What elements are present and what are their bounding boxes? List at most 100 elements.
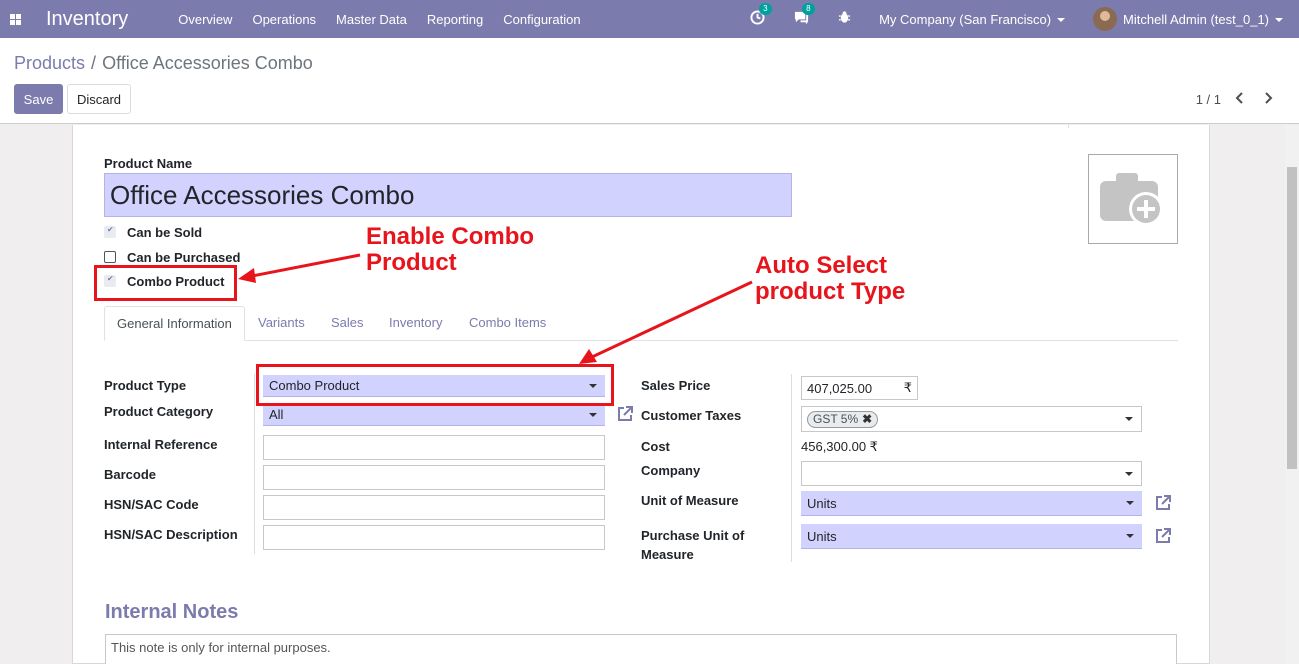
- scrollbar[interactable]: [1285, 125, 1299, 664]
- product-image-upload[interactable]: [1088, 154, 1178, 244]
- barcode-label: Barcode: [104, 467, 157, 482]
- sales-price-label: Sales Price: [641, 378, 711, 393]
- messages-badge: 8: [802, 2, 815, 15]
- menu-overview[interactable]: Overview: [178, 12, 232, 27]
- internal-notes-textarea[interactable]: This note is only for internal purposes.: [105, 634, 1177, 664]
- top-navbar: Inventory Overview Operations Master Dat…: [0, 0, 1299, 38]
- company-select[interactable]: [801, 461, 1142, 486]
- tab-general-information[interactable]: General Information: [104, 306, 245, 341]
- tab-combo-items[interactable]: Combo Items: [457, 306, 558, 341]
- camera-plus-icon: [1100, 173, 1163, 226]
- app-name[interactable]: Inventory: [46, 8, 128, 31]
- tab-variants[interactable]: Variants: [246, 306, 317, 341]
- cost-label: Cost: [641, 439, 670, 454]
- company-label: Company: [641, 463, 701, 478]
- purchase-uom-label-line2: Measure: [641, 547, 694, 562]
- annotation-auto-select-line1: Auto Select: [755, 252, 888, 279]
- scrollbar-thumb[interactable]: [1287, 167, 1297, 469]
- hsn-code-label: HSN/SAC Code: [104, 497, 199, 512]
- messages-icon[interactable]: 8: [793, 2, 815, 29]
- menu-configuration[interactable]: Configuration: [503, 12, 580, 27]
- annotation-combo-checkbox-highlight: [94, 265, 237, 301]
- right-group-divider: [791, 374, 792, 562]
- currency-symbol: ₹: [903, 380, 912, 395]
- purchase-uom-label-line1: Purchase Unit of: [641, 528, 745, 543]
- tab-inventory[interactable]: Inventory: [377, 306, 454, 341]
- product-category-select[interactable]: All: [263, 404, 605, 426]
- can-be-purchased-label: Can be Purchased: [127, 250, 241, 265]
- sales-price-value: 407,025.00: [807, 380, 873, 396]
- discard-button[interactable]: Discard: [67, 84, 131, 114]
- barcode-input[interactable]: [263, 465, 605, 490]
- breadcrumb-products[interactable]: Products: [14, 53, 85, 73]
- product-category-label: Product Category: [104, 404, 214, 419]
- user-avatar[interactable]: [1093, 7, 1118, 31]
- menu-reporting[interactable]: Reporting: [427, 12, 483, 27]
- internal-reference-label: Internal Reference: [104, 437, 218, 452]
- menu-master-data[interactable]: Master Data: [336, 12, 407, 27]
- tab-sales[interactable]: Sales: [319, 306, 376, 341]
- caret-down-icon: [589, 412, 597, 417]
- annotation-enable-combo-line2: Product: [366, 249, 457, 276]
- form-tabs: General Information Variants Sales Inven…: [104, 306, 1178, 341]
- caret-down-icon: [1125, 471, 1133, 476]
- activity-icon[interactable]: 3: [750, 2, 772, 29]
- sheet-divider: [1068, 125, 1069, 128]
- annotation-product-type-highlight: [256, 364, 614, 406]
- caret-down-icon: [1125, 417, 1133, 421]
- hsn-code-input[interactable]: [263, 495, 605, 520]
- uom-select[interactable]: Units: [801, 491, 1142, 516]
- external-link-icon[interactable]: [616, 405, 634, 423]
- tax-tag[interactable]: GST 5% ✖: [807, 410, 879, 428]
- can-be-sold-checkbox[interactable]: [104, 225, 116, 238]
- external-link-icon[interactable]: [1154, 527, 1172, 545]
- caret-down-icon: [1126, 501, 1134, 505]
- user-menu[interactable]: Mitchell Admin (test_0_1): [1123, 12, 1283, 27]
- cost-value: 456,300.00 ₹: [801, 439, 878, 454]
- pager-value[interactable]: 1 / 1: [1196, 92, 1221, 107]
- customer-taxes-input[interactable]: GST 5% ✖: [801, 406, 1142, 432]
- caret-down-icon: [1057, 18, 1066, 23]
- menu-operations[interactable]: Operations: [252, 12, 316, 27]
- company-name: My Company (San Francisco): [879, 11, 1052, 27]
- user-name: Mitchell Admin (test_0_1): [1123, 11, 1269, 27]
- customer-taxes-label: Customer Taxes: [641, 408, 742, 423]
- control-panel: Products / Office Accessories Combo Save D…: [0, 38, 1299, 124]
- left-group-divider: [254, 374, 255, 554]
- activity-badge: 3: [759, 2, 772, 15]
- sales-price-input[interactable]: 407,025.00 ₹: [801, 376, 918, 400]
- uom-label: Unit of Measure: [641, 493, 739, 508]
- purchase-uom-value: Units: [807, 528, 837, 544]
- breadcrumb-separator: /: [91, 53, 97, 73]
- external-link-icon[interactable]: [1154, 494, 1172, 512]
- internal-notes-title: Internal Notes: [105, 601, 239, 623]
- save-button[interactable]: Save: [14, 84, 63, 114]
- product-type-label: Product Type: [104, 378, 187, 393]
- caret-down-icon: [1126, 534, 1134, 538]
- tax-tag-label: GST 5%: [813, 412, 859, 426]
- internal-reference-input[interactable]: [263, 435, 605, 460]
- annotation-enable-combo: Enable Combo Product: [366, 224, 534, 276]
- remove-tag-icon[interactable]: ✖: [862, 412, 872, 426]
- annotation-auto-select: Auto Select product Type: [755, 253, 905, 305]
- annotation-auto-select-line2: product Type: [755, 278, 906, 305]
- purchase-uom-select[interactable]: Units: [801, 524, 1142, 549]
- uom-value: Units: [807, 495, 837, 511]
- can-be-sold-label: Can be Sold: [127, 225, 203, 240]
- can-be-purchased-checkbox[interactable]: [104, 251, 116, 263]
- product-name-label: Product Name: [104, 156, 193, 171]
- hsn-description-label: HSN/SAC Description: [104, 527, 238, 542]
- chevron-right-icon[interactable]: [1258, 88, 1278, 108]
- product-category-value: All: [269, 407, 284, 422]
- breadcrumb: Products / Office Accessories Combo: [14, 53, 313, 74]
- annotation-enable-combo-line1: Enable Combo: [366, 223, 535, 250]
- company-switcher[interactable]: My Company (San Francisco): [879, 11, 1066, 27]
- product-name-input[interactable]: Office Accessories Combo: [104, 173, 792, 217]
- debug-bug-icon[interactable]: [838, 10, 851, 28]
- purchase-uom-label: Purchase Unit of Measure: [641, 526, 744, 564]
- caret-down-icon: [1275, 18, 1283, 23]
- apps-menu-icon[interactable]: [0, 0, 30, 38]
- breadcrumb-current: Office Accessories Combo: [102, 53, 313, 73]
- chevron-left-icon[interactable]: [1230, 88, 1250, 108]
- hsn-description-input[interactable]: [263, 525, 605, 550]
